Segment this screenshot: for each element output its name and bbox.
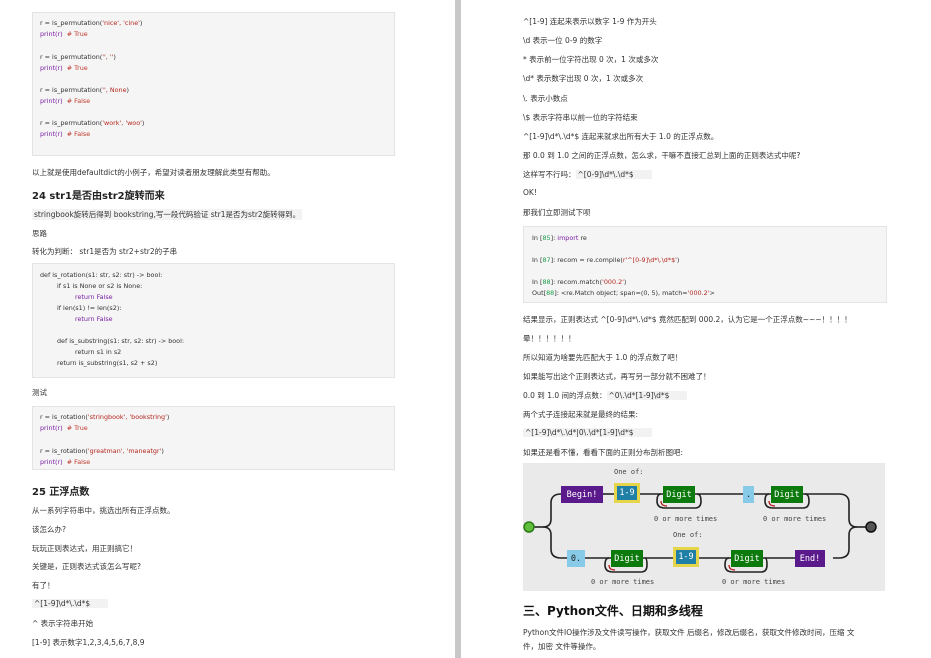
repeat-label: 0 or more times xyxy=(654,515,718,523)
paragraph: OK! xyxy=(523,188,537,197)
paragraph: 那 0.0 到 1.0 之间的正浮点数，怎么求，干嘛不直接汇总到上面的正则表达式… xyxy=(523,151,801,160)
code-line: r = is_rotation('greatman', 'maneatgr') xyxy=(40,447,164,455)
code-line: print(r) # True xyxy=(40,30,88,38)
paragraph: 0.0 到 1.0 间的浮点数： ^0\.\d*[1-9]\d*$ xyxy=(523,390,688,401)
range-1-9-inner: 1-9 xyxy=(617,486,637,500)
repeat-label: 0 or more times xyxy=(722,578,786,586)
paragraph: * 表示前一位字符出现 0 次，1 次或多次 xyxy=(523,55,659,64)
paragraph: 这样写不行吗： ^[0-9]\d*\.\d*$ xyxy=(523,169,652,180)
paragraph: ^ 表示字符串开始 xyxy=(32,619,94,628)
inline-code: ^[1-9]\d*\.\d*|0\.\d*[1-9]\d*$ xyxy=(523,428,652,437)
one-of-label: One of: xyxy=(614,468,644,476)
digit-node: Digit xyxy=(771,486,803,503)
regex-railroad-diagram: Begin! One of: 1-9 Digit 0 or more times… xyxy=(523,463,885,591)
code-line: return False xyxy=(75,315,113,323)
paragraph: 如果能写出这个正则表达式，再写另一部分就不困难了！ xyxy=(523,372,711,381)
code-line: r = is_permutation('work', 'woo') xyxy=(40,119,145,127)
paragraph: 晕！！！！！！ xyxy=(523,334,576,343)
range-1-9-inner: 1-9 xyxy=(676,550,696,564)
paragraph: 转化为判断： str1是否为 str2+str2的子串 xyxy=(32,247,178,256)
one-of-label: One of: xyxy=(673,531,703,539)
code-block-rotation: def is_rotation(s1: str, s2: str) -> boo… xyxy=(32,263,395,378)
code-line: r = is_permutation('', '') xyxy=(40,53,116,61)
section-heading-25: 25 正浮点数 xyxy=(32,487,90,498)
chapter-heading: 三、Python文件、日期和多线程 xyxy=(523,604,703,618)
paragraph: 两个式子连接起来就是最终的结果: xyxy=(523,410,639,419)
paragraph: Python文件IO操作涉及文件读写操作，获取文件 后缀名，修改后缀名，获取文件… xyxy=(523,628,855,637)
code-block-ipython: In [85]: import re In [87]: recom = re.c… xyxy=(523,226,887,303)
code-line: return s1 in s2 xyxy=(75,348,122,356)
code-line: if len(s1) != len(s2): xyxy=(57,304,122,312)
code-line: Out[88]: <re.Match object; span=(0, 5), … xyxy=(532,289,715,297)
end-node xyxy=(865,521,877,533)
code-line: r = is_rotation('stringbook', 'bookstrin… xyxy=(40,413,170,421)
code-line: print(r) # False xyxy=(40,130,91,138)
code-line: print(r) # False xyxy=(40,458,91,466)
paragraph: 以上就是使用defaultdict的小例子，希望对读者朋友理解此类型有帮助。 xyxy=(32,168,275,177)
subheading: 测试 xyxy=(32,388,47,397)
digit-node: Digit xyxy=(663,486,695,503)
subheading: 思路 xyxy=(32,229,47,238)
code-block-rotation-test: r = is_rotation('stringbook', 'bookstrin… xyxy=(32,406,395,470)
paragraph: \. 表示小数点 xyxy=(523,94,568,103)
paragraph: 有了！ xyxy=(32,581,55,590)
paragraph: 玩玩正则表达式，用正则搞它！ xyxy=(32,544,137,553)
code-line: In [87]: recom = re.compile(r'^[0-9]\d*\… xyxy=(532,256,680,264)
code-line: print(r) # True xyxy=(40,424,88,432)
right-page: ^[1-9] 连起来表示以数字 1-9 作为开头 \d 表示一位 0-9 的数字… xyxy=(461,0,931,658)
left-page: r = is_permutation('nice', 'cine') print… xyxy=(0,0,455,658)
code-line: if s1 is None or s2 is None: xyxy=(57,282,143,290)
paragraph: 从一系列字符串中，挑选出所有正浮点数。 xyxy=(32,506,175,515)
paragraph: 关键是，正则表达式该怎么写呢? xyxy=(32,562,141,571)
section-heading-24: 24 str1是否由str2旋转而来 xyxy=(32,191,165,202)
code-line: return is_substring(s1, s2 + s2) xyxy=(57,359,158,367)
paragraph: ^[1-9] 连起来表示以数字 1-9 作为开头 xyxy=(523,17,657,26)
digit-node: Digit xyxy=(731,550,763,567)
paragraph: 那我们立即测试下呗 xyxy=(523,208,591,217)
paragraph: [1-9] 表示数字1,2,3,4,5,6,7,8,9 xyxy=(32,638,145,647)
paragraph: 如果还是看不懂，看看下面的正则分布剖析图吧: xyxy=(523,448,684,457)
code-line: print(r) # False xyxy=(40,97,91,105)
range-1-9-node: 1-9 xyxy=(673,547,699,567)
repeat-label: 0 or more times xyxy=(763,515,827,523)
code-line: In [85]: import re xyxy=(532,234,587,242)
paragraph: \d 表示一位 0-9 的数字 xyxy=(523,36,603,45)
paragraph: 结果显示，正则表达式 ^[0-9]\d*\.\d*$ 竟然匹配到 000.2，认… xyxy=(523,315,852,324)
digit-node: Digit xyxy=(611,550,643,567)
railroad-lines xyxy=(523,493,877,573)
zero-dot-node: 0. xyxy=(567,550,585,567)
repeat-label: 0 or more times xyxy=(591,578,655,586)
dot-node: . xyxy=(743,486,754,503)
code-line: r = is_permutation('nice', 'cine') xyxy=(40,19,143,27)
code-line: def is_substring(s1: str, s2: str) -> bo… xyxy=(57,337,185,345)
paragraph: \$ 表示字符串以前一位的字符结束 xyxy=(523,113,638,122)
begin-node: Begin! xyxy=(561,486,603,503)
paragraph: 该怎么办? xyxy=(32,525,66,534)
code-line: r = is_permutation('', None) xyxy=(40,86,130,94)
start-node xyxy=(523,521,535,533)
code-line: In [88]: recom.match('000.2') xyxy=(532,278,627,286)
code-line: def is_rotation(s1: str, s2: str) -> boo… xyxy=(40,271,163,279)
end-box-node: End! xyxy=(795,550,825,567)
code-line: return False xyxy=(75,293,113,301)
range-1-9-node: 1-9 xyxy=(614,483,640,503)
paragraph: stringbook旋转后得到 bookstring,写一段代码验证 str1是… xyxy=(32,209,303,220)
inline-code: ^[1-9]\d*\.\d*$ xyxy=(32,599,109,608)
paragraph: 件，加密 文件等操作。 xyxy=(523,642,601,651)
paragraph: \d* 表示数字出现 0 次，1 次或多次 xyxy=(523,74,644,83)
paragraph: ^[1-9]\d*\.\d*$ 连起来就求出所有大于 1.0 的正浮点数。 xyxy=(523,132,719,141)
paragraph: 所以知道为啥要先匹配大于 1.0 的浮点数了吧！ xyxy=(523,353,683,362)
code-line: print(r) # True xyxy=(40,64,88,72)
code-block-permutation: r = is_permutation('nice', 'cine') print… xyxy=(32,12,395,156)
